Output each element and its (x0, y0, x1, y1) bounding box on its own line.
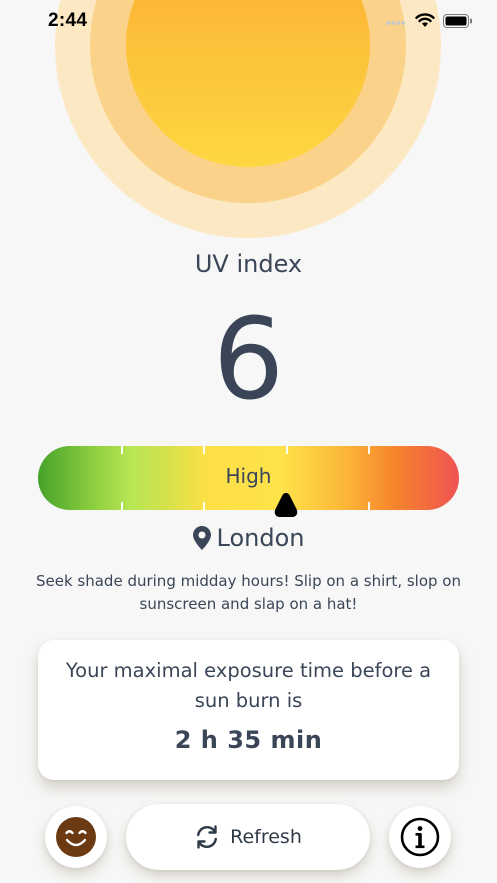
status-icons (385, 13, 473, 28)
uv-scale-tick (203, 446, 205, 454)
info-icon (400, 817, 440, 857)
status-bar: 2:44 (0, 0, 497, 44)
uv-title: UV index (194, 250, 303, 278)
exposure-time: 2 h 35 min (174, 726, 323, 754)
refresh-icon (197, 825, 218, 849)
info-button[interactable] (389, 806, 451, 868)
uv-scale-marker (275, 493, 298, 517)
location-pin-icon (192, 526, 211, 550)
uv-scale-tick (286, 446, 288, 454)
location-name: London (216, 524, 305, 552)
uv-scale-tick (121, 446, 123, 454)
mood-button[interactable] (45, 806, 107, 868)
location: London (0, 524, 497, 552)
uv-scale-tick (121, 502, 123, 510)
uv-scale-tick (203, 502, 205, 510)
uv-value: 6 (212, 295, 285, 425)
uv-index-screen: 2:44 UV index 6 High London Seek shade d… (0, 0, 497, 883)
battery-icon (443, 13, 472, 28)
refresh-label: Refresh (230, 826, 302, 848)
smiley-face-icon (56, 817, 96, 857)
signal-icon (386, 20, 405, 25)
exposure-text: Your maximal exposure time before a sun … (65, 659, 432, 712)
uv-level-label: High (225, 464, 272, 488)
exposure-card: Your maximal exposure time before a sun … (38, 640, 459, 780)
refresh-button[interactable]: Refresh (126, 804, 370, 870)
status-time: 2:44 (48, 10, 88, 31)
uv-scale-bar: High (38, 446, 459, 510)
advice-text: Seek shade during midday hours! Slip on … (35, 572, 461, 613)
uv-scale-tick (368, 446, 370, 454)
wifi-icon (415, 13, 435, 27)
uv-scale-tick (368, 502, 370, 510)
